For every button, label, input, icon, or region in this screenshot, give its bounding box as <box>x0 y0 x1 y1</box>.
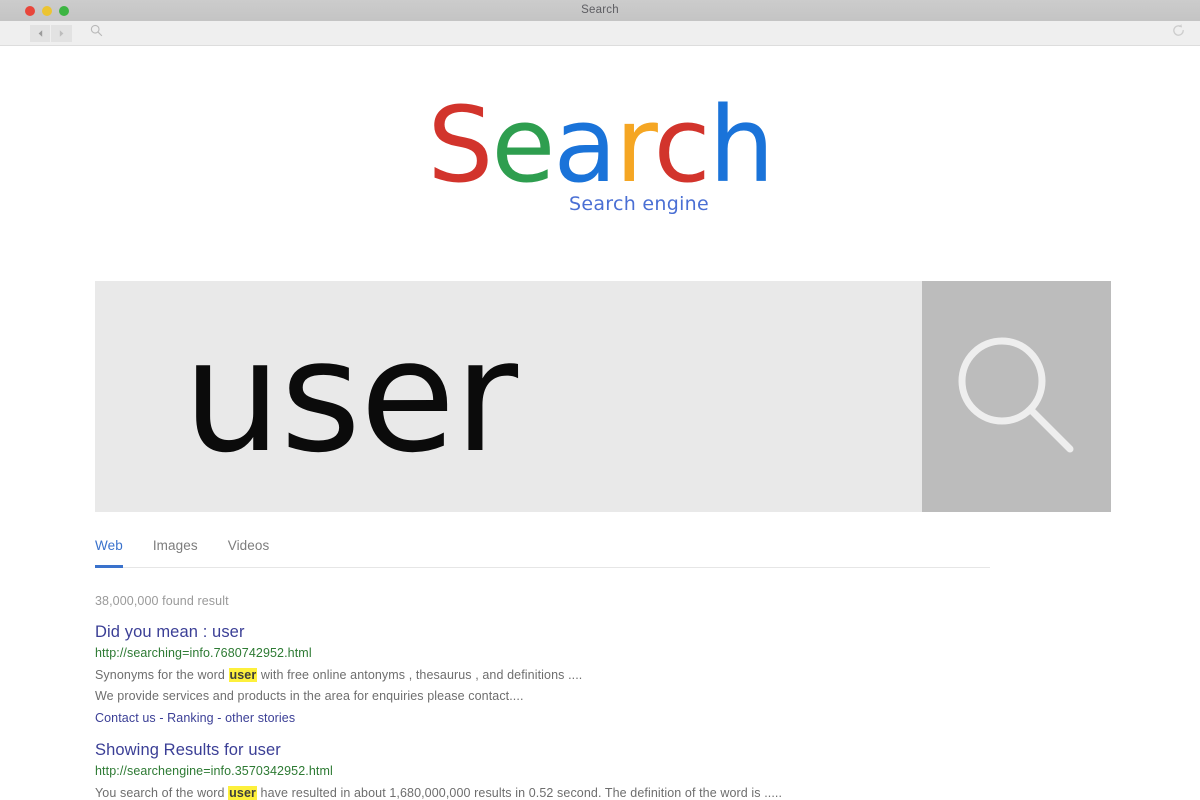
result-title[interactable]: Showing Results for user <box>95 741 1145 760</box>
result-desc-highlight: user <box>228 668 258 682</box>
result-footer-links[interactable]: Contact us - Ranking - other stories <box>95 711 1145 725</box>
logo-letter-r: r <box>615 84 656 206</box>
result-desc-before: Synonyms for the word <box>95 668 229 682</box>
reload-button[interactable] <box>1171 23 1186 43</box>
search-input[interactable] <box>183 306 922 487</box>
back-button[interactable] <box>30 24 51 42</box>
search-result-item: Did you mean : user http://searching=inf… <box>95 623 1145 725</box>
address-bar[interactable] <box>86 23 1163 43</box>
logo-letter-a: a <box>553 84 617 206</box>
browser-toolbar <box>0 21 1200 46</box>
navigation-buttons <box>30 24 72 42</box>
window-title: Search <box>581 4 619 16</box>
browser-window: Search Search Search engine user Web Ima… <box>0 0 1200 800</box>
result-description: Synonyms for the word user with free onl… <box>95 665 1145 706</box>
result-desc-highlight: user <box>228 786 257 800</box>
back-arrow-icon <box>36 29 45 38</box>
result-title[interactable]: Did you mean : user <box>95 623 1145 642</box>
page-content: Search Search engine Web Images Vi <box>0 46 1200 800</box>
site-logo-area: Search Search engine <box>0 46 1200 215</box>
result-desc-line2: We provide services and products in the … <box>95 688 524 703</box>
result-url[interactable]: http://searching=info.7680742952.html <box>95 646 1145 660</box>
result-desc-before: You search of the word <box>95 786 229 800</box>
forward-arrow-icon <box>57 29 66 38</box>
search-results: 38,000,000 found result Did you mean : u… <box>95 594 1145 800</box>
search-result-item: Showing Results for user http://searchen… <box>95 741 1145 800</box>
logo-letter-c: c <box>653 84 711 206</box>
result-desc-after: have resulted in about 1,680,000,000 res… <box>256 786 783 800</box>
tab-web[interactable]: Web <box>95 538 123 568</box>
logo-letter-s: S <box>427 84 493 206</box>
search-input-container[interactable] <box>95 281 922 512</box>
reload-icon <box>1171 23 1186 43</box>
result-tabs: Web Images Videos <box>95 538 990 568</box>
tab-images[interactable]: Images <box>153 538 198 568</box>
result-count: 38,000,000 found result <box>95 594 229 608</box>
result-description: You search of the word user have resulte… <box>95 783 1145 800</box>
forward-button[interactable] <box>51 24 72 42</box>
search-bar <box>95 281 1111 512</box>
logo-letter-h: h <box>708 84 775 206</box>
window-titlebar: Search <box>0 0 1200 21</box>
logo-tagline: Search engine <box>568 193 710 215</box>
logo-letter-e: e <box>491 84 555 206</box>
magnifier-icon <box>954 333 1079 461</box>
result-url[interactable]: http://searchengine=info.3570342952.html <box>95 764 1145 778</box>
site-logo: Search <box>427 93 774 197</box>
result-desc-after: with free online antonyms , thesaurus , … <box>257 668 583 682</box>
search-submit-button[interactable] <box>922 281 1111 512</box>
search-icon <box>90 24 103 42</box>
tab-videos[interactable]: Videos <box>228 538 270 568</box>
